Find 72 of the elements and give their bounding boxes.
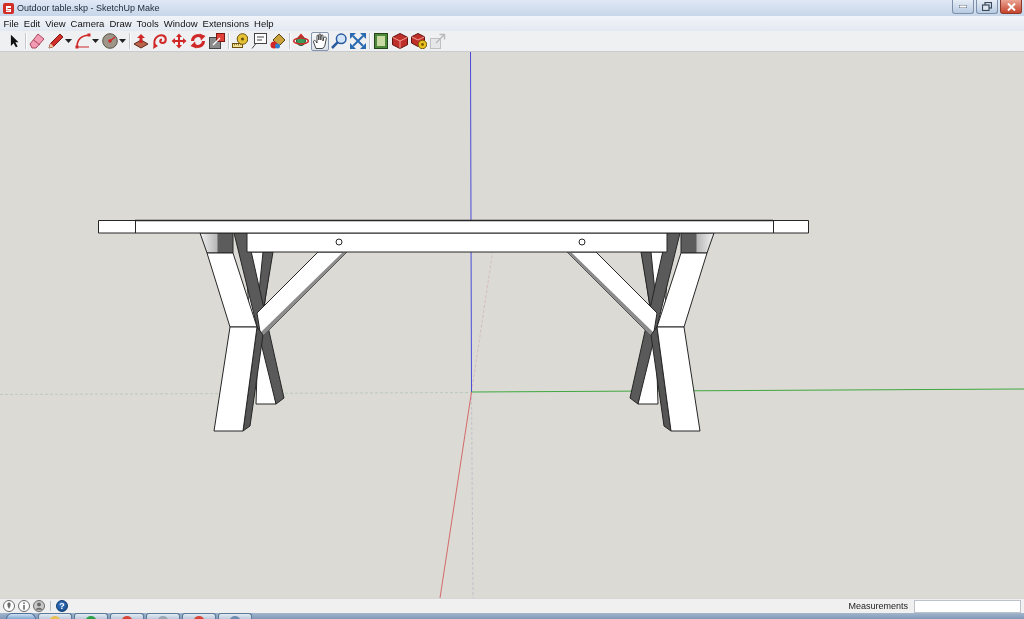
dial-icon (102, 33, 118, 49)
measurements-field[interactable] (914, 599, 1021, 613)
restore-icon (982, 2, 992, 11)
menu-item[interactable]: Tools (134, 16, 162, 31)
taskbar-button[interactable] (146, 613, 180, 619)
tool-button[interactable] (372, 31, 390, 51)
box-arrow-icon (133, 33, 149, 49)
close-button[interactable] (1000, 0, 1022, 14)
resize-squares-icon (209, 33, 225, 49)
caret-icon (119, 39, 126, 43)
taskbar-button[interactable] (110, 613, 144, 619)
move-arrows-icon (171, 33, 187, 49)
menu-item[interactable]: Edit (21, 16, 43, 31)
book-icon (373, 33, 389, 49)
tool-button[interactable] (269, 31, 287, 51)
app-icon (50, 616, 60, 619)
minimize-icon (959, 5, 967, 8)
arrow-pointer-icon (9, 34, 19, 48)
start-button[interactable] (6, 613, 36, 619)
magnifier-icon (331, 33, 347, 49)
taskbar-button[interactable] (218, 613, 252, 619)
menu-item[interactable]: Window (161, 16, 201, 31)
tape-measure-icon (232, 33, 248, 49)
tool-button[interactable] (74, 31, 100, 51)
caret-icon (65, 39, 72, 43)
taskbar-button[interactable] (182, 613, 216, 619)
tool-button[interactable] (410, 31, 428, 51)
cube-icon (392, 33, 408, 49)
close-icon (1006, 2, 1016, 11)
caret-icon (92, 39, 99, 43)
swirl-icon (152, 33, 168, 49)
tool-button[interactable] (47, 31, 73, 51)
tool-button[interactable] (311, 31, 329, 51)
menu-item[interactable]: Draw (106, 16, 135, 31)
window-title: Outdoor table.skp - SketchUp Make (17, 3, 160, 13)
measurements-label: Measurements (848, 601, 908, 611)
eraser-icon (29, 33, 45, 49)
taskbar-button[interactable] (74, 613, 108, 619)
text-callout-icon (251, 33, 267, 49)
expand-arrows-icon (350, 33, 366, 49)
app-icon (122, 616, 132, 619)
app-icon (86, 616, 96, 619)
tool-button[interactable] (101, 31, 127, 51)
app-icon (158, 616, 168, 619)
tool-button[interactable] (231, 31, 249, 51)
tool-button[interactable] (132, 31, 150, 51)
pin-circle-icon (3, 600, 15, 612)
app-icon (194, 616, 204, 619)
export-box-icon (430, 33, 446, 49)
logo-icon (3, 2, 14, 14)
menu-item[interactable]: Extensions (200, 16, 252, 31)
tool-button[interactable] (330, 31, 348, 51)
info-circle-icon (18, 600, 30, 612)
app-icon (230, 616, 240, 619)
menu-item[interactable]: View (42, 16, 69, 31)
rotate-arrows-icon (190, 33, 206, 49)
tool-button[interactable] (250, 31, 268, 51)
menu-item[interactable]: Help (251, 16, 277, 31)
taskbar-button[interactable] (38, 613, 72, 619)
tool-button[interactable] (208, 31, 226, 51)
menu-item[interactable]: Camera (68, 16, 107, 31)
user-circle-icon (33, 600, 45, 612)
arc-icon (75, 33, 91, 49)
help-button[interactable]: ? (56, 600, 68, 612)
restore-button[interactable] (976, 0, 998, 14)
cube-gear-icon (411, 33, 427, 49)
hand-icon (312, 33, 328, 49)
pencil-icon (48, 33, 64, 49)
menu-item[interactable]: File (1, 16, 22, 31)
tool-button[interactable] (391, 31, 409, 51)
orbit-icon (293, 33, 309, 49)
paint-bucket-icon (270, 33, 286, 49)
